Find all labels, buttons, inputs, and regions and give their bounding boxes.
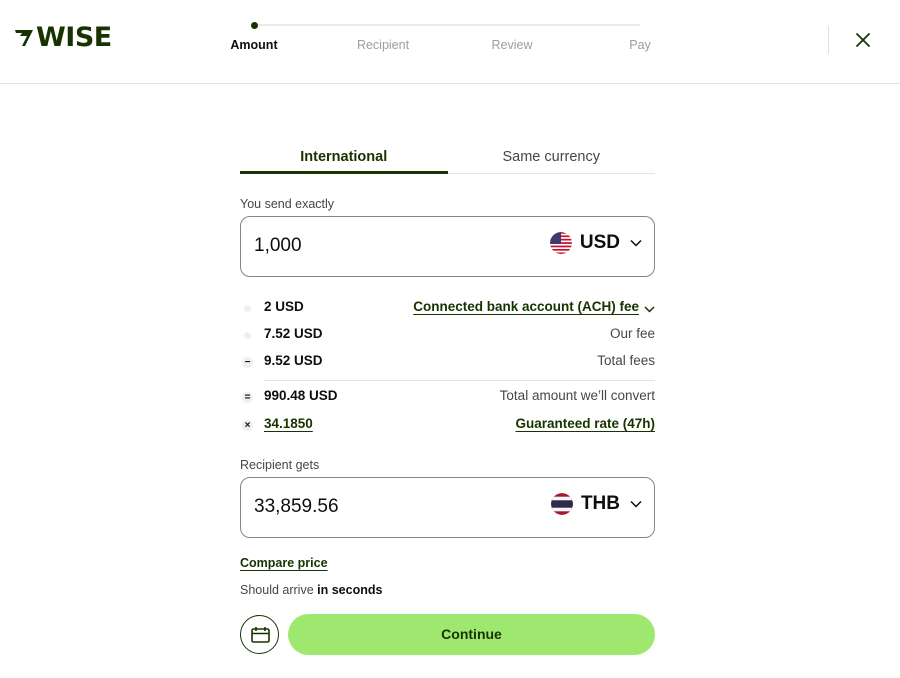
logo-text: WISE (36, 22, 112, 53)
us-flag-icon (549, 232, 572, 254)
close-icon (856, 33, 870, 47)
convert-label: Total amount we’ll convert (499, 388, 655, 403)
close-button[interactable] (851, 28, 875, 52)
receive-currency-code: THB (580, 493, 620, 514)
chevron-down-icon[interactable] (644, 306, 655, 313)
thailand-flag-icon (550, 493, 573, 515)
schedule-transfer-button[interactable] (240, 615, 279, 654)
guaranteed-rate-link[interactable]: Guaranteed rate (47h) (515, 416, 655, 431)
chevron-down-icon (630, 500, 642, 508)
stepper-track (254, 24, 640, 26)
step-pay: Pay (629, 38, 651, 52)
dot-icon (244, 332, 251, 339)
send-currency-code: USD (579, 232, 620, 253)
chevron-down-icon (630, 239, 642, 247)
send-amount-input[interactable]: 1,000 (254, 235, 302, 257)
fee-divider (264, 380, 655, 381)
convert-amount: 990.48 USD (264, 388, 338, 403)
receive-currency-select[interactable]: THB (550, 493, 642, 515)
rate-row: × 34.1850 Guaranteed rate (47h) (240, 416, 655, 436)
total-fees-label: Total fees (597, 353, 655, 368)
header-divider (828, 26, 829, 54)
our-fee-label: Our fee (609, 326, 655, 341)
arrival-estimate: Should arrive in seconds (240, 583, 382, 597)
multiply-icon: × (242, 420, 253, 431)
convert-row: = 990.48 USD Total amount we’ll convert (240, 388, 655, 408)
wise-flag-icon (15, 29, 33, 46)
step-recipient: Recipient (356, 38, 410, 52)
arrival-prefix: Should arrive (240, 583, 314, 597)
arrival-emphasis: in seconds (317, 583, 383, 597)
bank-fee-row: 2 USD Connected bank account (ACH) fee (240, 299, 655, 319)
continue-button[interactable]: Continue (288, 614, 655, 655)
our-fee-amount: 7.52 USD (264, 326, 323, 341)
wise-logo[interactable]: WISE (13, 22, 112, 53)
top-bar: WISE Amount Recipient Review Pay (0, 0, 900, 84)
total-fees-amount: 9.52 USD (264, 353, 323, 368)
step-review: Review (491, 38, 533, 52)
our-fee-row: 7.52 USD Our fee (240, 326, 655, 346)
tab-same-currency[interactable]: Same currency (448, 140, 656, 173)
bank-fee-amount: 2 USD (264, 299, 304, 314)
receive-amount-input[interactable]: 33,859.56 (254, 496, 339, 518)
bank-fee-link[interactable]: Connected bank account (ACH) fee (413, 299, 639, 314)
send-amount-field[interactable]: 1,000 USD (240, 216, 655, 277)
tab-international[interactable]: International (240, 140, 448, 174)
compare-price-link[interactable]: Compare price (240, 556, 328, 570)
transfer-panel: International Same currency You send exa… (240, 140, 655, 655)
step-amount: Amount (230, 38, 278, 52)
transfer-type-tabs: International Same currency (240, 140, 655, 174)
exchange-rate-link[interactable]: 34.1850 (264, 416, 313, 431)
send-currency-select[interactable]: USD (549, 232, 642, 254)
send-label: You send exactly (240, 197, 335, 211)
stepper-current-dot (251, 22, 258, 29)
calendar-icon (251, 627, 270, 643)
minus-icon: − (242, 357, 253, 368)
total-fees-row: − 9.52 USD Total fees (240, 353, 655, 373)
equals-icon: = (242, 392, 253, 403)
receive-amount-field[interactable]: 33,859.56 THB (240, 477, 655, 538)
progress-stepper: Amount Recipient Review Pay (230, 18, 651, 58)
receive-label: Recipient gets (240, 458, 320, 472)
dot-icon (244, 305, 251, 312)
